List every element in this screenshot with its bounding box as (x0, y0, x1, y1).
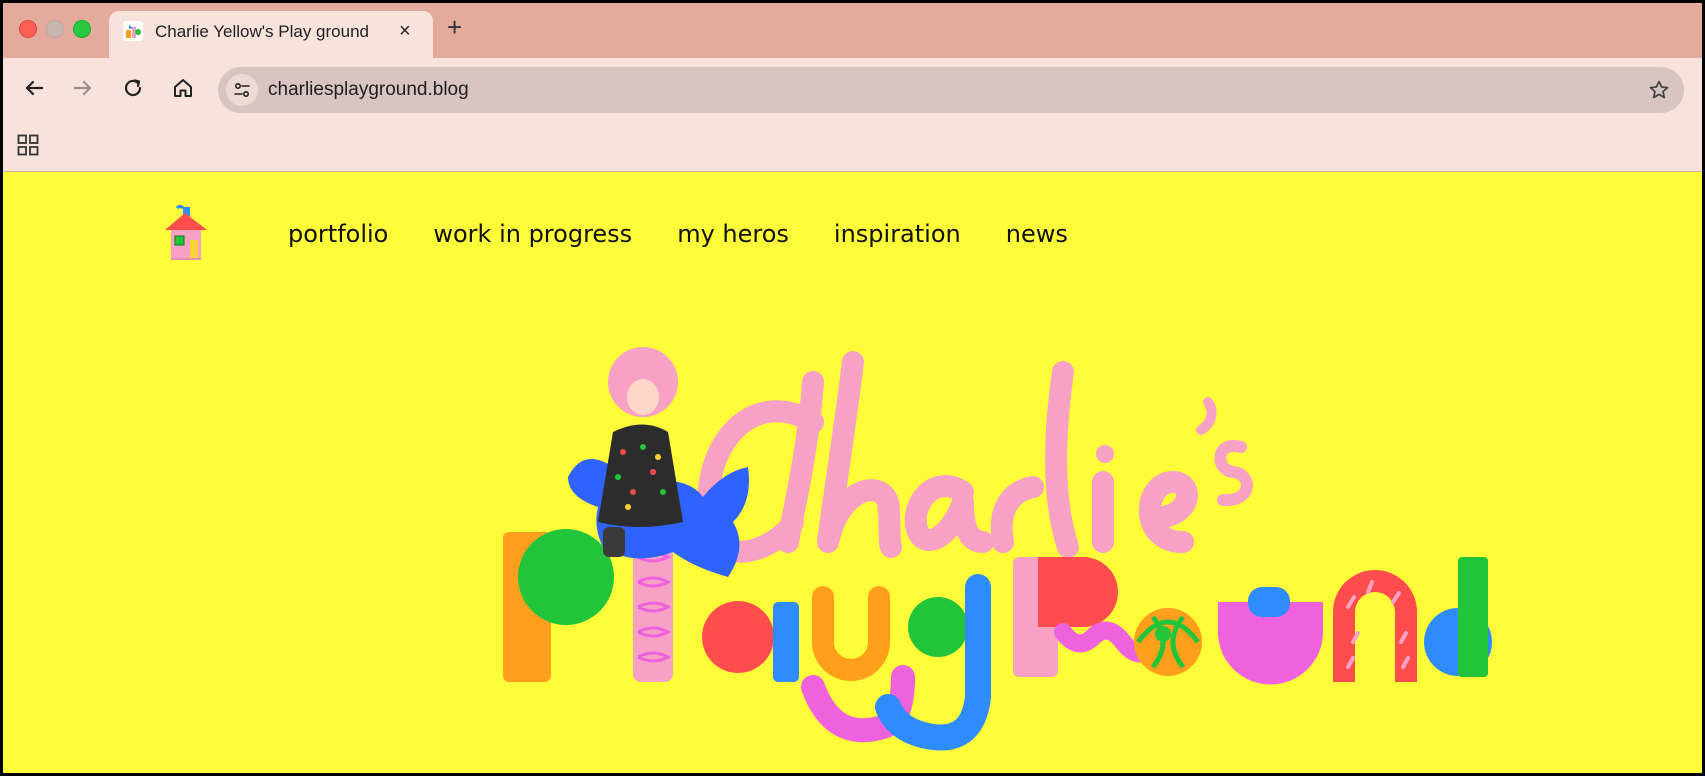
reload-button[interactable] (115, 70, 151, 106)
reload-icon (124, 79, 142, 97)
forward-button[interactable] (65, 70, 101, 106)
favicon-icon (123, 21, 143, 41)
home-button[interactable] (165, 70, 201, 106)
nav-my-heros[interactable]: my heros (677, 220, 789, 248)
web-page: portfolio work in progress my heros insp… (3, 172, 1702, 773)
nav-work-in-progress[interactable]: work in progress (433, 220, 632, 248)
maximize-window-button[interactable] (73, 20, 91, 38)
url-text: charliesplayground.blog (268, 79, 469, 100)
bookmark-star-icon[interactable] (1646, 77, 1672, 103)
apps-grid-icon[interactable] (17, 134, 39, 156)
bookmarks-bar (3, 117, 1702, 172)
home-icon (174, 79, 192, 97)
house-logo-icon[interactable] (163, 204, 213, 264)
nav-portfolio[interactable]: portfolio (288, 220, 388, 248)
new-tab-button[interactable]: + (447, 14, 462, 40)
minimize-window-button[interactable] (46, 20, 64, 38)
nav-news[interactable]: news (1006, 220, 1068, 248)
nav-inspiration[interactable]: inspiration (834, 220, 961, 248)
toolbar: charliesplayground.blog (3, 58, 1702, 117)
address-bar[interactable]: charliesplayground.blog (218, 67, 1684, 113)
main-nav: portfolio work in progress my heros insp… (288, 220, 1068, 248)
tab-title: Charlie Yellow's Play ground (155, 22, 369, 41)
tab-strip: Charlie Yellow's Play ground × + (3, 3, 1702, 58)
charlies-playground-hero-image (503, 347, 1492, 751)
close-window-button[interactable] (19, 20, 37, 38)
site-info-icon[interactable] (226, 74, 258, 106)
forward-arrow-icon (73, 80, 92, 96)
tab-close-icon[interactable]: × (399, 19, 411, 43)
back-button[interactable] (16, 70, 52, 106)
browser-window: Charlie Yellow's Play ground × + charlie… (3, 3, 1702, 773)
back-arrow-icon (25, 80, 44, 96)
active-tab[interactable]: Charlie Yellow's Play ground × (109, 11, 433, 58)
